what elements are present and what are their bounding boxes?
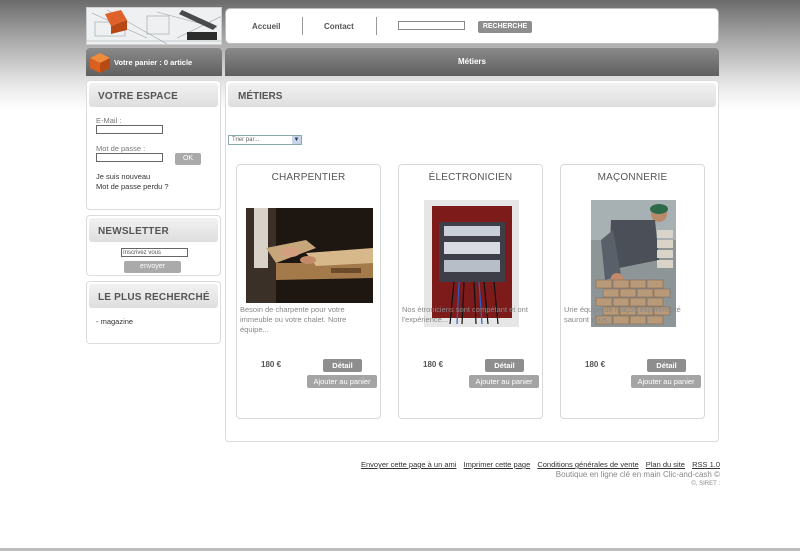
section-bar-title: Métiers: [457, 57, 486, 66]
nav-link-contact[interactable]: Contact: [324, 22, 354, 31]
product-card: ÉLECTRONICIEN Nos étroniciens sont compé…: [398, 164, 543, 419]
footer-link-print[interactable]: Imprimer cette page: [464, 460, 531, 469]
footer-link-terms[interactable]: Conditions générales de vente: [537, 460, 638, 469]
newsletter-send-button[interactable]: envoyer: [124, 261, 181, 273]
search-input[interactable]: [398, 21, 465, 30]
add-to-cart-button[interactable]: Ajouter au panier: [307, 375, 377, 388]
new-user-link[interactable]: Je suis nouveau: [96, 172, 150, 181]
add-to-cart-button[interactable]: Ajouter au panier: [469, 375, 539, 388]
newsletter-box-header: NEWSLETTER: [89, 218, 218, 242]
product-description: Nos étroniciens sont compétant et ont l'…: [402, 305, 528, 324]
forgot-password-link[interactable]: Mot de passe perdu ?: [96, 182, 169, 191]
login-ok-button[interactable]: OK: [175, 153, 201, 165]
cart-box-icon: [90, 53, 110, 73]
footer-link-share[interactable]: Envoyer cette page à un ami: [361, 460, 456, 469]
nav-divider: [376, 17, 377, 35]
nav-link-accueil[interactable]: Accueil: [252, 22, 280, 31]
sort-select[interactable]: Trier par... ▼: [228, 135, 302, 145]
product-title: MAÇONNERIE: [597, 172, 668, 183]
cart-bar[interactable]: Votre panier : 0 article: [86, 48, 222, 76]
detail-button[interactable]: Détail: [647, 359, 686, 372]
password-label: Mot de passe :: [96, 144, 146, 153]
popular-box-header: LE PLUS RECHERCHÉ: [89, 284, 218, 308]
main-content: MÉTIERS Trier par... ▼ CHARPENTIER Besoi…: [225, 80, 719, 442]
section-bar: Métiers: [225, 48, 719, 76]
main-header: MÉTIERS: [228, 83, 716, 107]
footer-link-sitemap[interactable]: Plan du site: [646, 460, 685, 469]
login-box: VOTRE ESPACE E-Mail : Mot de passe : OK …: [86, 80, 221, 210]
email-label: E-Mail :: [96, 116, 122, 125]
site-logo[interactable]: [86, 7, 222, 45]
product-description: Une équipe de maçon expérimenté sauront …: [564, 305, 681, 324]
main-title: MÉTIERS: [238, 91, 283, 102]
popular-box-title: LE PLUS RECHERCHÉ: [98, 292, 210, 303]
search-button[interactable]: RECHERCHE: [478, 21, 532, 33]
login-box-title: VOTRE ESPACE: [98, 91, 179, 102]
newsletter-box-title: NEWSLETTER: [98, 226, 169, 237]
top-navigation: Accueil Contact RECHERCHE: [225, 8, 719, 44]
product-title: CHARPENTIER: [271, 172, 346, 183]
product-card: MAÇONNERIE Une équipe de maçon expérimen…: [560, 164, 705, 419]
chevron-down-icon: ▼: [292, 136, 301, 144]
nav-divider: [302, 17, 303, 35]
email-field[interactable]: [96, 125, 163, 134]
newsletter-email-input[interactable]: Inscrivez vous: [121, 248, 188, 257]
product-price: 180 €: [423, 360, 444, 369]
product-title: ÉLECTRONICIEN: [428, 172, 513, 183]
popular-box: LE PLUS RECHERCHÉ - magazine: [86, 281, 221, 344]
footer-links: Envoyer cette page à un ami Imprimer cet…: [356, 460, 720, 469]
popular-item[interactable]: - magazine: [96, 317, 133, 326]
carpenter-photo[interactable]: [246, 208, 373, 303]
cart-summary: Votre panier : 0 article: [114, 58, 193, 67]
detail-button[interactable]: Détail: [485, 359, 524, 372]
add-to-cart-button[interactable]: Ajouter au panier: [631, 375, 701, 388]
detail-button[interactable]: Détail: [323, 359, 362, 372]
product-price: 180 €: [585, 360, 606, 369]
password-field[interactable]: [96, 153, 163, 162]
footer-link-rss[interactable]: RSS 1.0: [692, 460, 720, 469]
footer-tagline: Boutique en ligne clé en main Clic-and-c…: [555, 470, 720, 479]
logo-image: [87, 8, 221, 44]
product-description: Besoin de charpente pour votre immeuble …: [240, 305, 347, 334]
newsletter-box: NEWSLETTER Inscrivez vous envoyer: [86, 215, 221, 276]
product-price: 180 €: [261, 360, 282, 369]
footer-legal: ©, SIRET :: [691, 481, 720, 487]
sort-select-value: Trier par...: [232, 137, 260, 143]
product-card: CHARPENTIER Besoin de charpente pour vot…: [236, 164, 381, 419]
login-box-header: VOTRE ESPACE: [89, 83, 218, 107]
